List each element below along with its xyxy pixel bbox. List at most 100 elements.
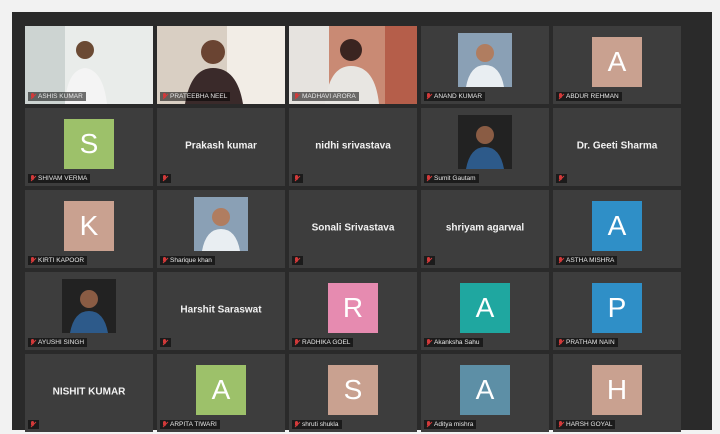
mic-muted-icon: [426, 257, 432, 264]
participant-display-name: Harshit Saraswat: [180, 304, 262, 316]
participant-name-label: [160, 174, 171, 183]
avatar-initial: A: [592, 36, 642, 87]
participant-name-label: [28, 420, 39, 429]
participant-tile[interactable]: H HARSH GOYAL: [553, 354, 681, 432]
mic-muted-icon: [294, 93, 300, 100]
avatar-initial: P: [592, 282, 642, 333]
participant-name-label: ASHIS KUMAR: [28, 92, 86, 101]
profile-photo: [62, 279, 116, 334]
participant-name: Aditya mishra: [434, 421, 474, 428]
mic-muted-icon: [30, 175, 36, 182]
participant-name: PRATEEBHA NEEL: [170, 93, 228, 100]
mic-muted-icon: [30, 257, 36, 264]
mic-muted-icon: [558, 257, 564, 264]
participant-tile[interactable]: shriyam agarwal: [421, 190, 549, 268]
participant-name: ABDUR REHMAN: [566, 93, 619, 100]
mic-muted-icon: [426, 93, 432, 100]
participant-name: PRATHAM NAIN: [566, 339, 615, 346]
participant-name: Akanksha Sahu: [434, 339, 480, 346]
participant-name-label: [292, 256, 303, 265]
participant-name-label: Sharique khan: [160, 256, 215, 265]
participant-name-label: [292, 174, 303, 183]
participant-name: Sumit Gautam: [434, 175, 476, 182]
avatar-initial: S: [328, 364, 378, 415]
profile-photo: [458, 33, 512, 88]
avatar-initial: A: [460, 282, 510, 333]
mic-muted-icon: [558, 339, 564, 346]
profile-photo: [458, 115, 512, 170]
participant-tile[interactable]: Sshruti shukla: [289, 354, 417, 432]
participant-tile[interactable]: A Akanksha Sahu: [421, 272, 549, 350]
avatar-initial: A: [592, 200, 642, 251]
participant-tile[interactable]: A ARPITA TIWARI: [157, 354, 285, 432]
participant-name-label: PRATHAM NAIN: [556, 338, 618, 347]
participant-tile[interactable]: Prakash kumar: [157, 108, 285, 186]
participant-name: HARSH GOYAL: [566, 421, 613, 428]
participant-tile[interactable]: Sharique khan: [157, 190, 285, 268]
participant-name: Sharique khan: [170, 257, 212, 264]
gallery-grid: ASHIS KUMAR PRATEEBHA NEEL MADHAVI ARORA AN…: [25, 26, 681, 432]
avatar-initial: H: [592, 364, 642, 415]
mic-muted-icon: [162, 421, 168, 428]
mic-muted-icon: [162, 339, 168, 346]
mic-muted-icon: [294, 257, 300, 264]
mic-muted-icon: [30, 93, 36, 100]
participant-name-label: Aditya mishra: [424, 420, 477, 429]
participant-name: ASTHA MISHRA: [566, 257, 615, 264]
participant-tile[interactable]: NISHIT KUMAR: [25, 354, 153, 432]
participant-name-label: PRATEEBHA NEEL: [160, 92, 231, 101]
participant-tile[interactable]: ANAND KUMAR: [421, 26, 549, 104]
mic-muted-icon: [30, 339, 36, 346]
participant-display-name: Sonali Srivastava: [311, 222, 395, 234]
avatar-initial: S: [64, 118, 114, 169]
participant-name-label: HARSH GOYAL: [556, 420, 616, 429]
participant-name-label: Akanksha Sahu: [424, 338, 483, 347]
participant-name-label: shruti shukla: [292, 420, 342, 429]
participant-name: RADHIKA GOEL: [302, 339, 351, 346]
participant-name-label: RADHIKA GOEL: [292, 338, 354, 347]
participant-tile[interactable]: R RADHIKA GOEL: [289, 272, 417, 350]
profile-photo: [194, 197, 248, 252]
participant-name-label: ABDUR REHMAN: [556, 92, 622, 101]
participant-tile[interactable]: K KIRTI KAPOOR: [25, 190, 153, 268]
mic-muted-icon: [558, 421, 564, 428]
participant-display-name: Dr. Geeti Sharma: [576, 140, 658, 152]
participant-tile[interactable]: A ABDUR REHMAN: [553, 26, 681, 104]
participant-tile[interactable]: S SHIVAM VERMA: [25, 108, 153, 186]
participant-name-label: [424, 256, 435, 265]
mic-muted-icon: [294, 339, 300, 346]
participant-tile[interactable]: P PRATHAM NAIN: [553, 272, 681, 350]
avatar-initial: K: [64, 200, 114, 251]
participant-tile[interactable]: Sumit Gautam: [421, 108, 549, 186]
mic-muted-icon: [426, 421, 432, 428]
participant-tile[interactable]: nidhi srivastava: [289, 108, 417, 186]
avatar-initial: A: [196, 364, 246, 415]
participant-tile[interactable]: AYUSHI SINGH: [25, 272, 153, 350]
participant-tile[interactable]: PRATEEBHA NEEL: [157, 26, 285, 104]
participant-name-label: KIRTI KAPOOR: [28, 256, 88, 265]
participant-tile[interactable]: MADHAVI ARORA: [289, 26, 417, 104]
participant-name: AYUSHI SINGH: [38, 339, 85, 346]
mic-muted-icon: [426, 175, 432, 182]
mic-muted-icon: [162, 93, 168, 100]
participant-name-label: Sumit Gautam: [424, 174, 479, 183]
avatar-initial: R: [328, 282, 378, 333]
mic-muted-icon: [426, 339, 432, 346]
participant-name-label: ARPITA TIWARI: [160, 420, 220, 429]
participant-tile[interactable]: Harshit Saraswat: [157, 272, 285, 350]
participant-name-label: [160, 338, 171, 347]
participant-display-name: NISHIT KUMAR: [52, 386, 126, 398]
participant-display-name: shriyam agarwal: [445, 222, 525, 234]
participant-name: ASHIS KUMAR: [38, 93, 83, 100]
participant-name: MADHAVI ARORA: [302, 93, 356, 100]
participant-name-label: SHIVAM VERMA: [28, 174, 91, 183]
mic-muted-icon: [558, 175, 564, 182]
participant-tile[interactable]: A ASTHA MISHRA: [553, 190, 681, 268]
participant-tile[interactable]: A Aditya mishra: [421, 354, 549, 432]
participant-name-label: AYUSHI SINGH: [28, 338, 88, 347]
participant-tile[interactable]: Sonali Srivastava: [289, 190, 417, 268]
participant-name-label: ANAND KUMAR: [424, 92, 486, 101]
mic-muted-icon: [162, 257, 168, 264]
participant-tile[interactable]: ASHIS KUMAR: [25, 26, 153, 104]
participant-tile[interactable]: Dr. Geeti Sharma: [553, 108, 681, 186]
